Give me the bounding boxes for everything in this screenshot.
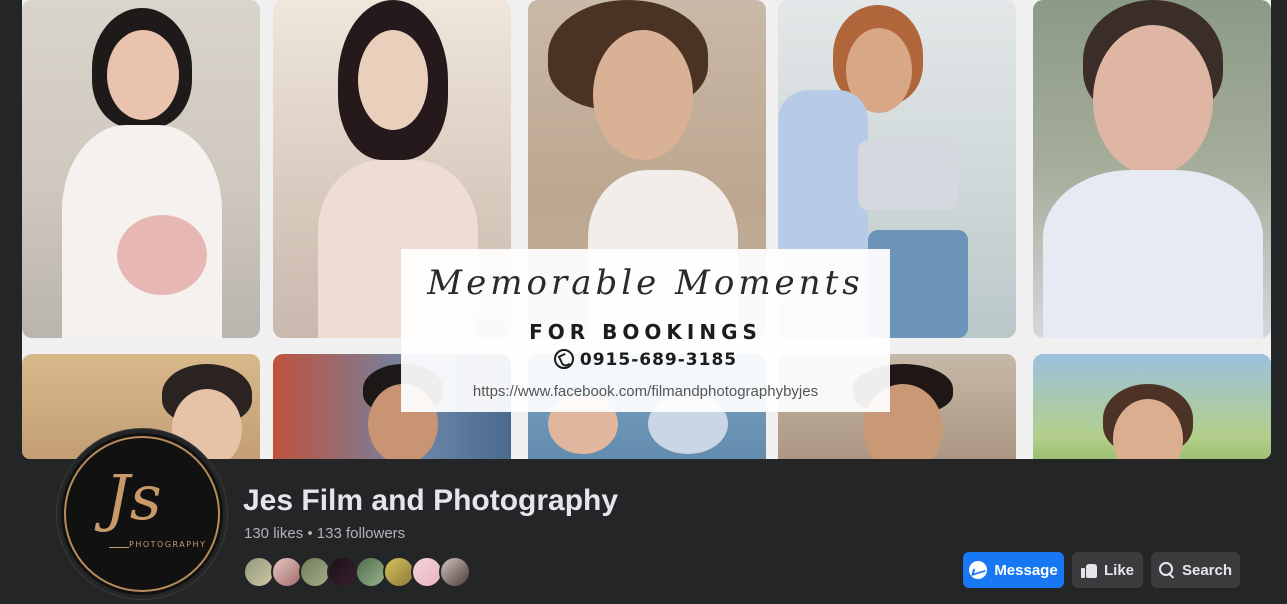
messenger-icon: [969, 561, 988, 579]
cover-photo-bride: [22, 0, 260, 338]
banner-subtitle: FOR BOOKINGS: [529, 320, 762, 344]
logo-divider: [109, 547, 129, 548]
banner-url: https://www.facebook.com/filmandphotogra…: [472, 383, 819, 400]
search-button-label: Search: [1181, 561, 1233, 579]
cover-photo-girl-outdoor: [1033, 354, 1271, 459]
search-button[interactable]: Search: [1151, 552, 1240, 588]
banner-phone: 0915-689-3185: [401, 349, 890, 370]
logo-word: PHOTOGRAPHY: [129, 540, 207, 549]
logo-letters: Js: [105, 461, 162, 534]
search-icon: [1158, 562, 1175, 578]
avatar[interactable]: [439, 556, 471, 588]
phone-icon: [553, 349, 574, 369]
profile-picture[interactable]: Js PHOTOGRAPHY: [57, 429, 227, 599]
like-button[interactable]: Like: [1072, 552, 1143, 588]
banner-title: Memorable Moments: [427, 263, 864, 303]
message-button-label: Message: [994, 561, 1058, 579]
page-stats[interactable]: 130 likes • 133 followers: [244, 525, 405, 542]
banner-phone-number: 0915-689-3185: [579, 350, 738, 370]
page-title: Jes Film and Photography: [243, 484, 619, 517]
message-button[interactable]: Message: [963, 552, 1064, 588]
booking-banner: Memorable Moments FOR BOOKINGS 0915-689-…: [401, 249, 890, 412]
cover-photo-child: [1033, 0, 1271, 338]
cover-photo[interactable]: Memorable Moments FOR BOOKINGS 0915-689-…: [22, 0, 1271, 459]
like-button-label: Like: [1103, 561, 1134, 579]
thumbs-up-icon: [1080, 562, 1097, 578]
